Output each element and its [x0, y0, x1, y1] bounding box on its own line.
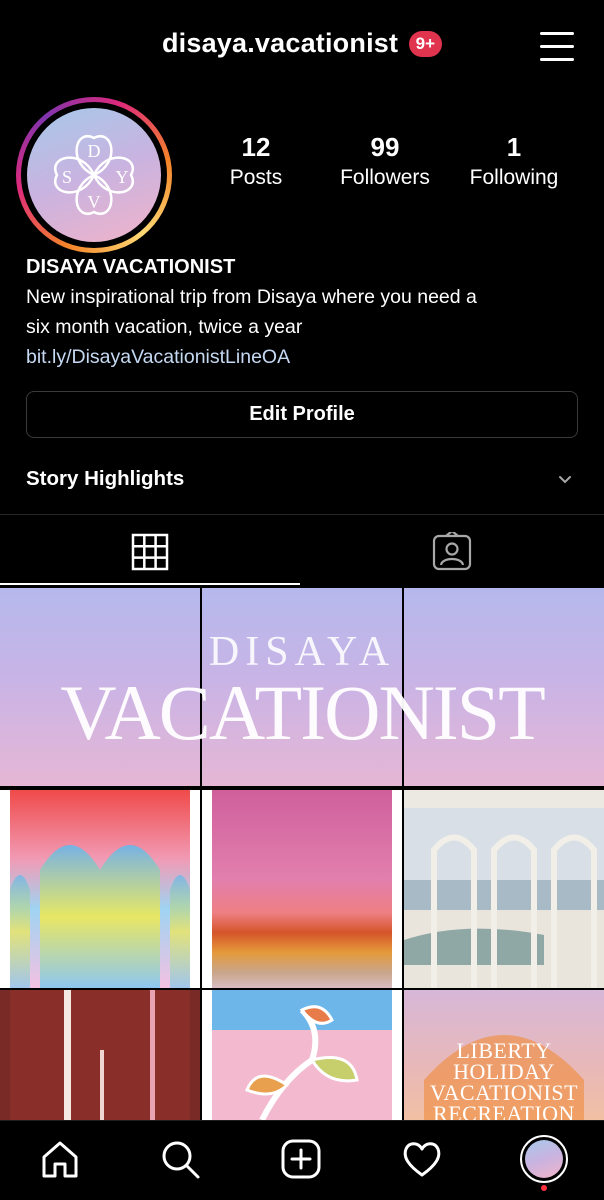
post-liberty-holiday[interactable]: LIBERTY HOLIDAY VACATIONIST RECREATION [404, 990, 604, 1120]
followers-count-label: Followers [340, 166, 430, 189]
profile-avatar-icon[interactable] [520, 1135, 568, 1183]
home-icon[interactable] [38, 1137, 82, 1181]
avatar-letter-s: S [62, 167, 72, 187]
arches-artwork [10, 790, 190, 988]
avatar-letter-v: V [88, 192, 101, 212]
divider [0, 514, 604, 515]
post-plant-art[interactable] [202, 990, 402, 1120]
following-count-value: 1 [506, 132, 522, 162]
story-highlights-label: Story Highlights [26, 467, 185, 490]
banner-title-large: VACATIONIST [60, 669, 546, 756]
posts-count-label: Posts [229, 166, 283, 189]
tab-tagged[interactable] [302, 516, 604, 586]
active-tab-indicator [0, 583, 300, 585]
bio-line: New inspirational trip from Disaya where… [26, 286, 477, 308]
search-icon[interactable] [158, 1137, 202, 1181]
following-count-label: Following [469, 166, 559, 189]
avatar-inner: D S Y V [21, 102, 167, 248]
grid-icon [131, 533, 169, 571]
plant-artwork [212, 990, 392, 1120]
posts-count[interactable]: 12 Posts [191, 132, 321, 192]
heart-icon[interactable] [400, 1137, 444, 1181]
red-stripes-artwork [10, 990, 190, 1120]
bio-link[interactable]: bit.ly/DisayaVacationistLineOA [26, 342, 586, 372]
liberty-line: RECREATION [433, 1101, 575, 1121]
beach-terrace-photo [404, 790, 604, 988]
bottom-navigation [0, 1120, 604, 1200]
notification-badge[interactable]: 9+ [408, 30, 443, 57]
avatar-letter-d: D [88, 141, 101, 161]
nav-avatar-image [525, 1140, 563, 1178]
bio-line: six month vacation, twice a year [26, 316, 303, 338]
edit-profile-button[interactable]: Edit Profile [26, 391, 578, 438]
story-highlights-toggle[interactable]: Story Highlights [26, 462, 578, 496]
tagged-person-icon [432, 532, 472, 571]
bio-name: DISAYA VACATIONIST [26, 256, 236, 278]
liberty-line: HOLIDAY [453, 1059, 555, 1084]
avatar-letter-y: Y [116, 167, 129, 187]
chevron-down-icon [559, 476, 571, 484]
post-sunset-gradient[interactable] [202, 790, 402, 988]
profile-avatar[interactable]: D S Y V [16, 97, 172, 253]
top-bar: disaya.vacationist 9+ [0, 0, 604, 96]
profile-bio: DISAYA VACATIONIST New inspirational tri… [26, 252, 586, 372]
new-post-icon[interactable] [279, 1137, 323, 1181]
tab-posts-grid[interactable] [0, 516, 302, 586]
followers-count[interactable]: 99 Followers [320, 132, 450, 192]
avatar-logo: D S Y V [27, 108, 161, 242]
posts-count-value: 12 [241, 132, 271, 162]
liberty-line: LIBERTY [456, 1038, 552, 1063]
profile-username[interactable]: disaya.vacationist [162, 28, 398, 58]
clover-logo-icon: D S Y V [54, 135, 134, 215]
post-beach-terrace[interactable] [404, 790, 604, 988]
post-red-stripes[interactable] [0, 990, 200, 1120]
followers-count-value: 99 [370, 132, 400, 162]
hamburger-menu-icon[interactable] [540, 30, 576, 64]
post-arches[interactable] [0, 790, 200, 988]
username-wrap: disaya.vacationist 9+ [0, 28, 604, 59]
new-post-icon-glyph [281, 1139, 321, 1179]
following-count[interactable]: 1 Following [449, 132, 579, 192]
liberty-line: VACATIONIST [429, 1080, 579, 1105]
gradient-artwork [212, 790, 392, 988]
notification-dot [541, 1185, 547, 1191]
home-icon-glyph [42, 1141, 78, 1178]
heart-icon-glyph [403, 1142, 441, 1177]
search-icon-glyph [162, 1141, 200, 1179]
